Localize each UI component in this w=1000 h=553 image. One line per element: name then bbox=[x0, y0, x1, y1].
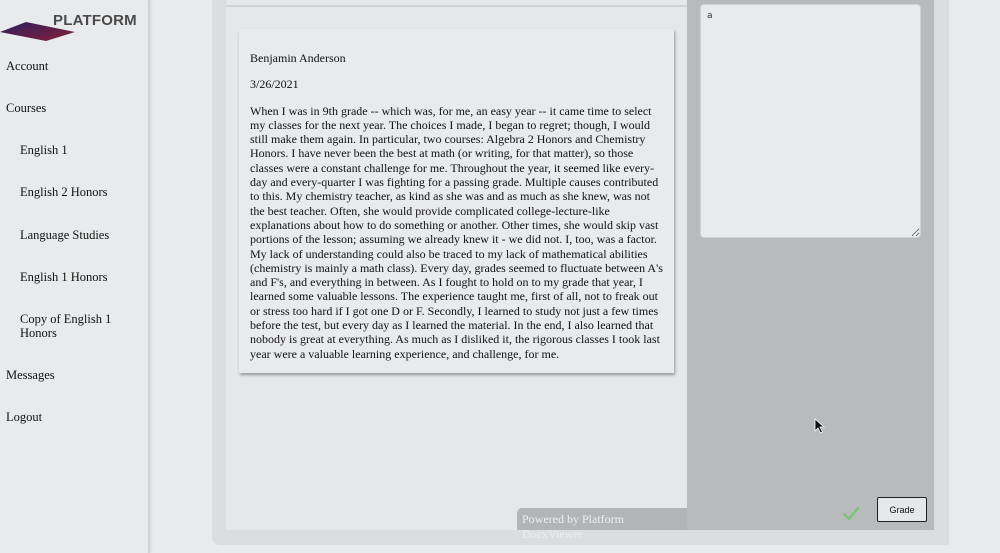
sidebar-item-language-studies[interactable]: Language Studies bbox=[20, 228, 130, 242]
viewer-divider bbox=[226, 5, 687, 7]
sidebar-item-messages[interactable]: Messages bbox=[6, 368, 55, 382]
sidebar-item-logout[interactable]: Logout bbox=[6, 410, 42, 424]
document-page: Benjamin Anderson 3/26/2021 When I was i… bbox=[239, 29, 674, 373]
sidebar: PLATFORM Account Courses English 1 Engli… bbox=[0, 0, 150, 553]
sidebar-item-english-1[interactable]: English 1 bbox=[20, 143, 130, 157]
document-author: Benjamin Anderson bbox=[250, 51, 346, 65]
sidebar-item-account[interactable]: Account bbox=[6, 59, 48, 73]
grade-button[interactable]: Grade bbox=[877, 497, 927, 522]
feedback-input[interactable] bbox=[700, 4, 921, 238]
document-date: 3/26/2021 bbox=[250, 77, 299, 92]
mouse-cursor-icon bbox=[814, 418, 826, 434]
brand-name: PLATFORM bbox=[53, 12, 137, 29]
sidebar-item-copy-of-english-1-honors[interactable]: Copy of English 1 Honors bbox=[20, 312, 130, 340]
scroll-gutter bbox=[934, 0, 949, 545]
sidebar-item-english-1-honors[interactable]: English 1 Honors bbox=[20, 270, 130, 284]
check-icon bbox=[843, 507, 859, 521]
sidebar-item-english-2-honors[interactable]: English 2 Honors bbox=[20, 185, 130, 199]
brand-logo[interactable]: PLATFORM bbox=[0, 8, 150, 44]
viewer-credit: Powered by Platform DocxViewer bbox=[517, 508, 687, 541]
document-body: When I was in 9th grade -- which was, fo… bbox=[250, 103, 663, 361]
sidebar-item-courses[interactable]: Courses bbox=[6, 101, 46, 115]
